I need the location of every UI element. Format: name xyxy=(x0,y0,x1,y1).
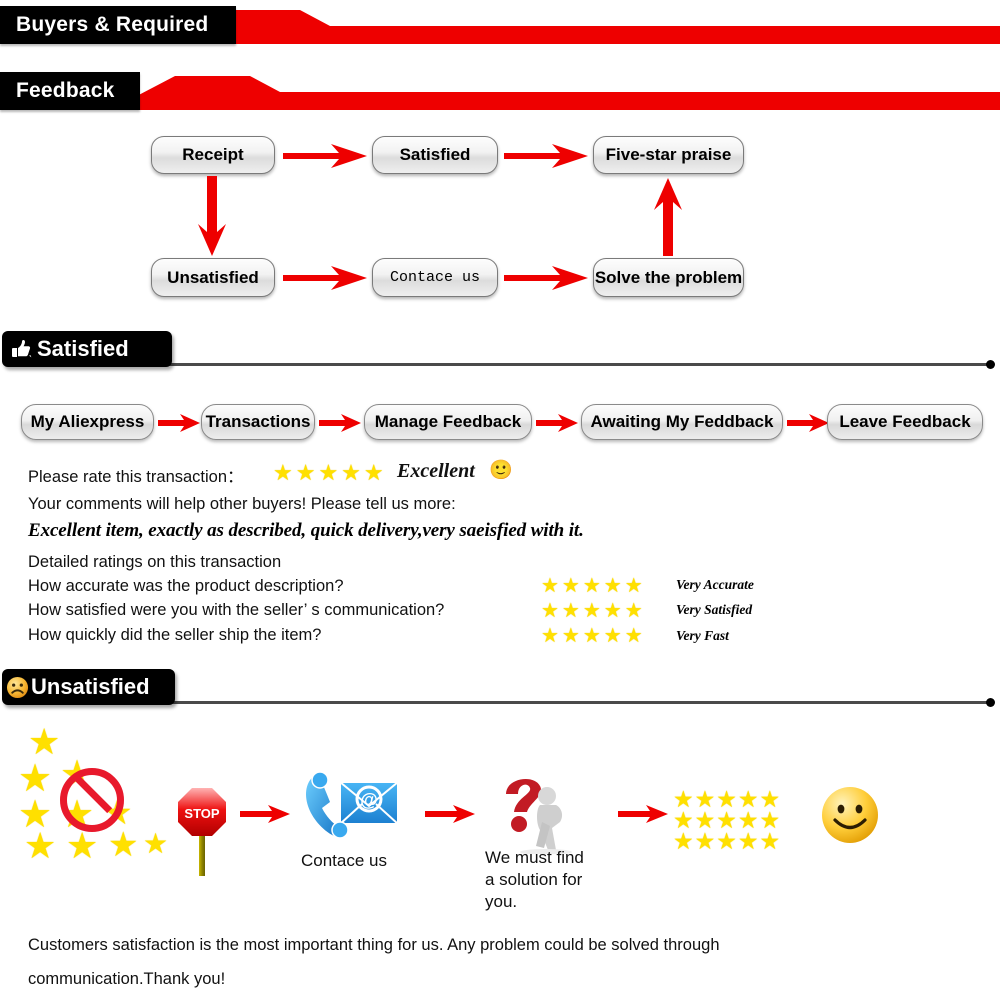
flow-node-label: Receipt xyxy=(182,145,244,164)
rate-stars: ★★★★★ xyxy=(273,460,387,485)
arrow-right-icon xyxy=(425,805,475,823)
unsatisfied-section-rule xyxy=(166,701,990,704)
rating-verdict: Very Fast xyxy=(676,628,729,643)
stop-sign-text: STOP xyxy=(184,806,219,821)
prohibition-icon xyxy=(60,768,124,832)
footer-line-2: communication.Thank you! xyxy=(28,970,226,988)
contact-us-caption: Contace us xyxy=(301,851,387,870)
rate-word: Excellent xyxy=(397,460,475,482)
arrow-right-icon xyxy=(536,414,578,432)
breadcrumb-item-awaiting-my-feedback[interactable]: Awaiting My Feddback xyxy=(581,404,783,440)
flow-node-label: Unsatisfied xyxy=(167,267,259,287)
at-symbol-text: @ xyxy=(360,790,378,810)
banner-buyers-required: Buyers & Required xyxy=(0,6,1000,50)
flow-node-receipt: Receipt xyxy=(151,136,275,174)
breadcrumb-item-manage-feedback[interactable]: Manage Feedback xyxy=(364,404,532,440)
star-glyph: ★ xyxy=(108,826,139,864)
footer-line-1: Customers satisfaction is the most impor… xyxy=(28,936,720,954)
breadcrumb-label: Awaiting My Feddback xyxy=(590,412,774,431)
unsatisfied-section-rule-dot xyxy=(986,698,995,707)
rating-verdict: Very Accurate xyxy=(676,577,754,592)
comment-text: Excellent item, exactly as described, qu… xyxy=(28,520,584,541)
arrow-down-icon xyxy=(198,176,226,256)
rating-stars: ★★★★★ xyxy=(541,575,646,597)
stop-sign-icon: STOP xyxy=(176,786,228,876)
comments-prompt: Your comments will help other buyers! Pl… xyxy=(28,495,456,513)
star-glyph: ★ xyxy=(18,758,53,800)
detailed-ratings-heading: Detailed ratings on this transaction xyxy=(28,553,282,571)
smiley-face-icon xyxy=(820,785,880,845)
section-tab-label: Satisfied xyxy=(37,336,129,361)
section-tab-satisfied: Satisfied xyxy=(2,331,172,367)
breadcrumb-label: Manage Feedback xyxy=(374,412,522,431)
arrow-up-icon xyxy=(654,178,682,256)
frowning-face-icon xyxy=(6,676,29,698)
flow-node-solve-problem: Solve the problem xyxy=(593,258,744,297)
thumbs-up-icon xyxy=(12,339,32,358)
star-grid-row: ★★★★★ xyxy=(673,828,782,855)
stop-sign-svg: STOP xyxy=(178,788,226,876)
phone-email-svg: @ xyxy=(306,771,399,839)
rating-question: How quickly did the seller ship the item… xyxy=(28,626,322,644)
breadcrumb-item-leave-feedback[interactable]: Leave Feedback xyxy=(827,404,983,440)
arrow-right-icon xyxy=(618,805,668,823)
no-stars-icon: ★ ★ ★ ★ ★ ★ ★ ★ ★ ★ xyxy=(18,724,178,864)
satisfied-section-rule-dot xyxy=(986,360,995,369)
star-glyph: ★ xyxy=(143,828,169,859)
solution-caption: We must find a solution for you. xyxy=(485,848,584,911)
breadcrumb-item-transactions[interactable]: Transactions xyxy=(201,404,315,440)
arrow-right-icon xyxy=(283,266,367,290)
arrow-right-icon xyxy=(240,805,290,823)
rating-question: How accurate was the product description… xyxy=(28,577,344,595)
star-glyph: ★ xyxy=(24,825,57,866)
arrow-right-icon xyxy=(158,414,200,432)
banner-black-block: Buyers & Required xyxy=(0,6,236,44)
flow-node-label: Satisfied xyxy=(399,145,471,164)
question-person-svg xyxy=(506,779,572,855)
arrow-right-icon xyxy=(283,144,367,168)
arrow-right-icon xyxy=(787,414,829,432)
arrow-right-icon xyxy=(319,414,361,432)
rating-stars: ★★★★★ xyxy=(541,625,646,647)
breadcrumb-label: My Aliexpress xyxy=(30,412,145,431)
banner-black-block-2: Feedback xyxy=(0,72,140,110)
smiley-svg xyxy=(822,787,878,843)
flow-node-satisfied: Satisfied xyxy=(372,136,498,174)
feedback-infographic: Buyers & Required Feedback Receipt Satis… xyxy=(0,0,1000,1000)
star-glyph: ★ xyxy=(28,721,61,762)
arrow-right-icon xyxy=(504,144,588,168)
flow-node-unsatisfied: Unsatisfied xyxy=(151,258,275,297)
rate-emoji-icon: 🙂 xyxy=(489,460,513,481)
banner-red-shape-2 xyxy=(110,76,1000,110)
arrow-right-icon xyxy=(504,266,588,290)
five-star-grid-icon: ★★★★★ ★★★★★ ★★★★★ xyxy=(673,787,782,855)
banner-title: Buyers & Required xyxy=(16,13,209,36)
phone-email-icon: @ xyxy=(300,768,405,848)
flow-node-label: Contace us xyxy=(389,269,480,286)
banner-feedback: Feedback xyxy=(0,72,1000,116)
breadcrumb-label: Transactions xyxy=(205,412,311,431)
flow-node-contact-us: Contace us xyxy=(372,258,498,297)
question-mark-person-icon xyxy=(490,772,590,855)
breadcrumb-item-my-aliexpress[interactable]: My Aliexpress xyxy=(21,404,154,440)
section-tab-label: Unsatisfied xyxy=(31,674,150,699)
section-tab-unsatisfied: Unsatisfied xyxy=(2,669,175,705)
flow-node-five-star-praise: Five-star praise xyxy=(593,136,744,174)
star-glyph: ★ xyxy=(66,825,99,866)
flow-node-label: Solve the problem xyxy=(594,267,743,287)
breadcrumb-label: Leave Feedback xyxy=(839,412,971,431)
rating-stars: ★★★★★ xyxy=(541,600,646,622)
rating-question: How satisfied were you with the seller’ … xyxy=(28,601,445,619)
rate-prompt: Please rate this transaction： xyxy=(28,468,244,486)
satisfied-section-rule xyxy=(160,363,990,366)
flow-node-label: Five-star praise xyxy=(605,145,732,164)
banner-title-2: Feedback xyxy=(16,79,115,102)
rating-verdict: Very Satisfied xyxy=(676,602,753,617)
